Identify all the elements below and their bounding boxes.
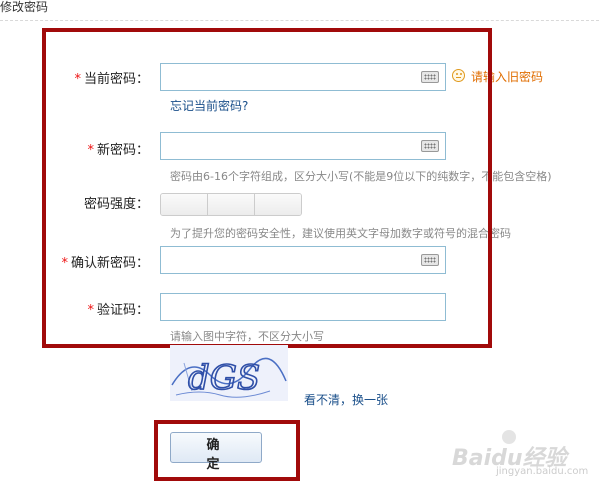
confirm-button[interactable]: 确 定: [170, 432, 262, 472]
captcha-refresh-link[interactable]: 看不清，换一张: [304, 393, 388, 407]
captcha-image[interactable]: dGS: [170, 345, 288, 401]
captcha-image-text: dGS: [188, 358, 260, 398]
title-divider: [0, 20, 599, 21]
page-title: 修改密码: [0, 0, 49, 14]
highlight-frame-form: [42, 28, 492, 348]
watermark-url: jingyan.baidu.com: [496, 466, 589, 477]
